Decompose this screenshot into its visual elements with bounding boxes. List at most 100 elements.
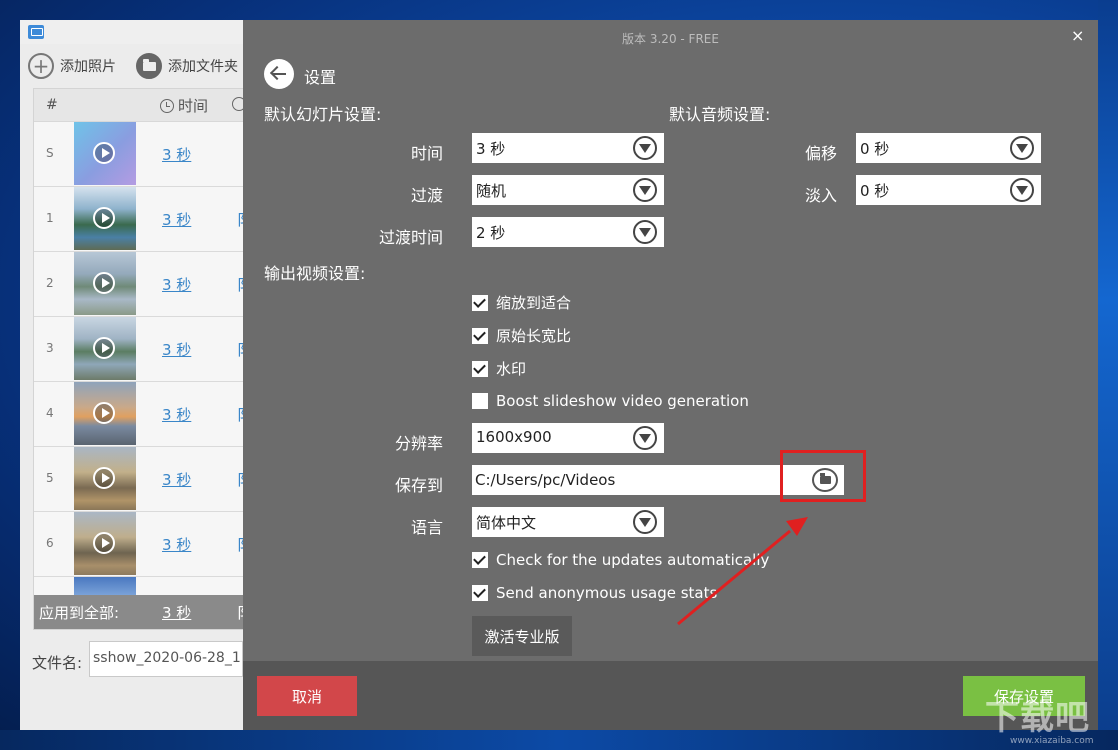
scale-to-fit-checkbox[interactable]: 缩放到适合 [472,292,571,313]
thumbnail[interactable] [74,317,136,380]
checkbox-checked-icon[interactable] [472,360,488,377]
apply-all-label: 应用到全部: [39,604,120,622]
transition-time-select[interactable]: 2 秒 [472,217,664,247]
checkbox-checked-icon[interactable] [472,552,488,568]
row-duration[interactable]: 3 秒 [162,274,191,295]
thumbnail[interactable] [74,187,136,250]
chevron-down-icon[interactable] [633,426,657,450]
row-duration[interactable]: 3 秒 [162,469,191,490]
list-item[interactable]: 5 3 秒 阝 [34,447,244,512]
filename-input[interactable]: sshow_2020-06-28_1 [89,641,243,677]
list-item[interactable]: 6 3 秒 阝 [34,512,244,577]
thumbnail[interactable] [74,447,136,510]
fadein-value: 0 秒 [860,182,890,200]
clock-icon [160,98,174,113]
resolution-select[interactable]: 1600x900 [472,423,664,453]
apply-all-duration[interactable]: 3 秒 [162,602,191,623]
language-label: 语言 [410,518,443,537]
checkbox-label: 水印 [496,360,527,378]
app-icon [28,25,44,39]
time-value: 3 秒 [476,140,506,158]
transition-time-label: 过渡时间 [378,228,443,247]
row-index: S [46,146,54,160]
resolution-label: 分辨率 [394,434,443,453]
offset-value: 0 秒 [860,140,890,158]
play-icon[interactable] [93,207,115,229]
checkbox-label: Boost slideshow video generation [496,392,749,410]
row-index: 5 [46,471,54,485]
col-hash: # [46,97,58,113]
list-item[interactable]: 4 3 秒 阝 [34,382,244,447]
chevron-down-icon[interactable] [1010,178,1034,202]
app-titlebar [20,20,243,44]
desktop-taskbar-edge [0,730,1118,750]
cancel-button[interactable]: 取消 [257,676,357,716]
boost-generation-checkbox[interactable]: Boost slideshow video generation [472,392,749,410]
transition-select[interactable]: 随机 [472,175,664,205]
list-item[interactable]: 2 3 秒 阝 [34,252,244,317]
add-photo-button[interactable]: + 添加照片 [28,53,116,79]
col-time-label: 时间 [178,97,209,115]
folder-icon [136,53,162,79]
chevron-down-icon[interactable] [633,510,657,534]
settings-dialog: 版本 3.20 - FREE × 设置 默认幻灯片设置: 默认音频设置: 时间 … [243,20,1098,730]
back-button[interactable] [264,59,294,89]
watermark-checkbox[interactable]: 水印 [472,358,526,379]
usage-stats-checkbox[interactable]: Send anonymous usage stats [472,584,717,602]
dialog-footer: 取消 保存设置 [243,661,1098,730]
play-icon[interactable] [93,402,115,424]
list-item[interactable]: 3 3 秒 阝 [34,317,244,382]
annotation-highlight-box [780,450,866,502]
time-select[interactable]: 3 秒 [472,133,664,163]
chevron-down-icon[interactable] [633,136,657,160]
thumbnail[interactable] [74,122,136,185]
row-duration[interactable]: 3 秒 [162,144,191,165]
activate-pro-button[interactable]: 激活专业版 [472,616,572,656]
fadein-select[interactable]: 0 秒 [856,175,1041,205]
row-index: 3 [46,341,54,355]
original-aspect-checkbox[interactable]: 原始长宽比 [472,325,571,346]
offset-select[interactable]: 0 秒 [856,133,1041,163]
language-select[interactable]: 简体中文 [472,507,664,537]
row-duration[interactable]: 3 秒 [162,534,191,555]
chevron-down-icon[interactable] [633,178,657,202]
row-duration[interactable]: 3 秒 [162,404,191,425]
thumbnail[interactable] [74,577,136,595]
add-folder-label: 添加文件夹 [168,59,238,75]
checkbox-unchecked-icon[interactable] [472,393,488,409]
list-item[interactable]: S 3 秒 [34,122,244,187]
play-icon[interactable] [93,532,115,554]
checkbox-label: 缩放到适合 [496,294,572,312]
checkbox-label: Check for the updates automatically [496,551,770,569]
auto-update-checkbox[interactable]: Check for the updates automatically [472,551,769,569]
back-arrow-icon [272,73,286,75]
offset-label: 偏移 [804,144,837,163]
transition-time-value: 2 秒 [476,224,506,242]
checkbox-checked-icon[interactable] [472,327,488,344]
checkbox-checked-icon[interactable] [472,294,488,311]
add-folder-button[interactable]: 添加文件夹 [136,53,238,79]
chevron-down-icon[interactable] [1010,136,1034,160]
thumbnail[interactable] [74,382,136,445]
left-toolbar: + 添加照片 添加文件夹 [20,50,243,86]
audio-section-title: 默认音频设置: [669,105,771,124]
add-photo-label: 添加照片 [60,59,116,75]
row-duration[interactable]: 3 秒 [162,209,191,230]
thumbnail[interactable] [74,512,136,575]
play-icon[interactable] [93,272,115,294]
resolution-value: 1600x900 [476,428,552,446]
chevron-down-icon[interactable] [633,220,657,244]
close-icon[interactable]: × [1071,26,1084,45]
checkbox-checked-icon[interactable] [472,585,488,601]
thumbnail[interactable] [74,252,136,315]
play-icon[interactable] [93,337,115,359]
save-to-label: 保存到 [394,476,443,495]
list-item[interactable]: 1 3 秒 阝 [34,187,244,252]
dialog-title: 版本 3.20 - FREE [622,32,719,46]
play-icon[interactable] [93,142,115,164]
transition-value: 随机 [476,182,507,200]
col-time[interactable]: 时间 [160,95,208,116]
row-duration[interactable]: 3 秒 [162,339,191,360]
row-index: 6 [46,536,54,550]
play-icon[interactable] [93,467,115,489]
